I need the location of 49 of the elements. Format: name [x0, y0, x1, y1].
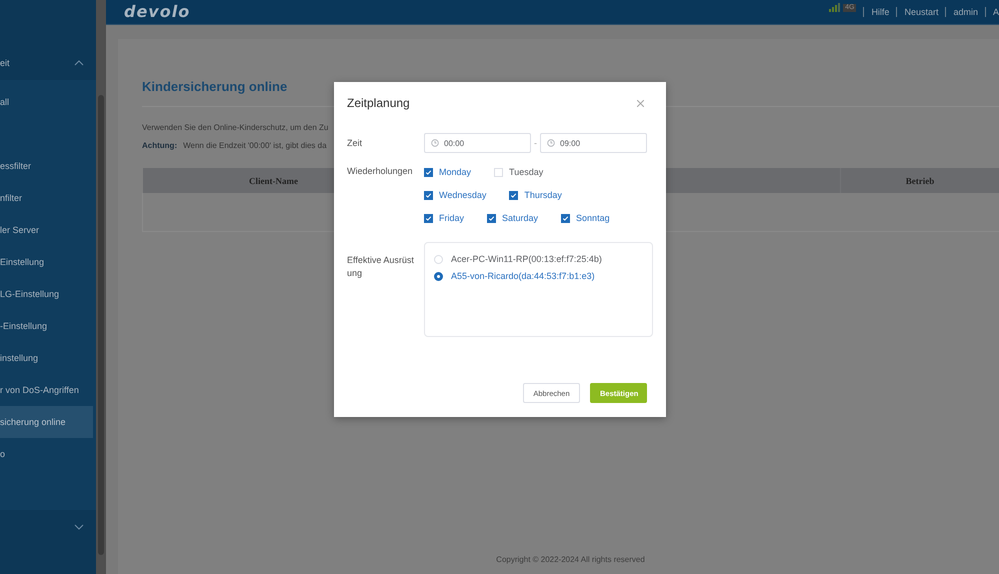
chevron-down-icon[interactable] [74, 524, 84, 530]
checkmark-icon [425, 169, 432, 176]
day-checkbox[interactable]: Monday [424, 166, 472, 179]
time-field[interactable]: 00:00 [424, 133, 531, 153]
header-link[interactable]: Neustart [904, 7, 938, 17]
sidebar-item[interactable]: sicherung online [0, 406, 93, 438]
day-checkbox[interactable]: Wednesday [424, 189, 486, 202]
checkmark-icon [510, 192, 518, 199]
checkmark-icon [425, 192, 432, 199]
logo: devolo [124, 3, 190, 21]
copyright-text: Copyright © 2022-2024 All rights reserved [495, 555, 646, 566]
clock-icon [547, 139, 555, 147]
field-label: Zeit [347, 137, 364, 150]
range-separator: - [534, 138, 537, 148]
sidebar-item[interactable]: essfilter [0, 150, 96, 182]
header-link[interactable]: Hilfe [871, 7, 890, 17]
sidebar-item[interactable]: Einstellung [0, 246, 96, 278]
sidebar-item[interactable]: nfilter [0, 182, 96, 214]
checkmark-icon [562, 215, 570, 222]
day-checkbox[interactable]: Sonntag [561, 212, 610, 225]
sidebar-item[interactable]: r von DoS-Angriffen [0, 374, 96, 406]
checkmark-icon [425, 215, 432, 222]
day-checkbox[interactable]: Friday [424, 212, 464, 225]
header-link[interactable]: A [992, 7, 999, 17]
field-label: Effektive Ausrüstung [347, 254, 415, 280]
sidebar-item[interactable]: ler Server [0, 214, 96, 246]
device-radio[interactable]: Acer-PC-Win11-RP(00:13:ef:f7:25:4b) [434, 253, 652, 266]
sidebar-item[interactable]: -Einstellung [0, 310, 96, 342]
close-icon[interactable] [637, 100, 644, 106]
warning-label: Achtung: [142, 141, 178, 150]
chevron-up-icon[interactable] [74, 60, 84, 66]
checkmark-icon [488, 215, 496, 222]
day-checkbox[interactable]: Tuesday [494, 166, 544, 179]
menu-group-label[interactable]: eit [0, 58, 10, 68]
clock-icon [431, 139, 439, 147]
day-checkbox[interactable]: Saturday [487, 212, 538, 225]
day-checkbox[interactable]: Thursday [509, 189, 562, 202]
header-link[interactable]: admin [953, 7, 978, 17]
sidebar-item[interactable]: instellung [0, 342, 96, 374]
sidebar-item[interactable]: all [0, 86, 96, 118]
dialog-title: Zeitplanung [347, 96, 410, 110]
intro-text: Verwenden Sie den Online-Kinderschutz, um den Zu [142, 123, 330, 132]
signal-bars-icon [829, 2, 842, 12]
device-radio[interactable]: A55-von-Ricardo(da:44:53:f7:b1:e3) [434, 270, 652, 283]
warning-text: Wenn die Endzeit '00:00' ist, gibt dies da [183, 141, 327, 150]
sidebar-item[interactable]: o [0, 438, 96, 470]
time-field[interactable]: 09:00 [540, 133, 647, 153]
sidebar-item[interactable]: LG-Einstellung [0, 278, 96, 310]
column-header: Betrieb [840, 168, 999, 193]
